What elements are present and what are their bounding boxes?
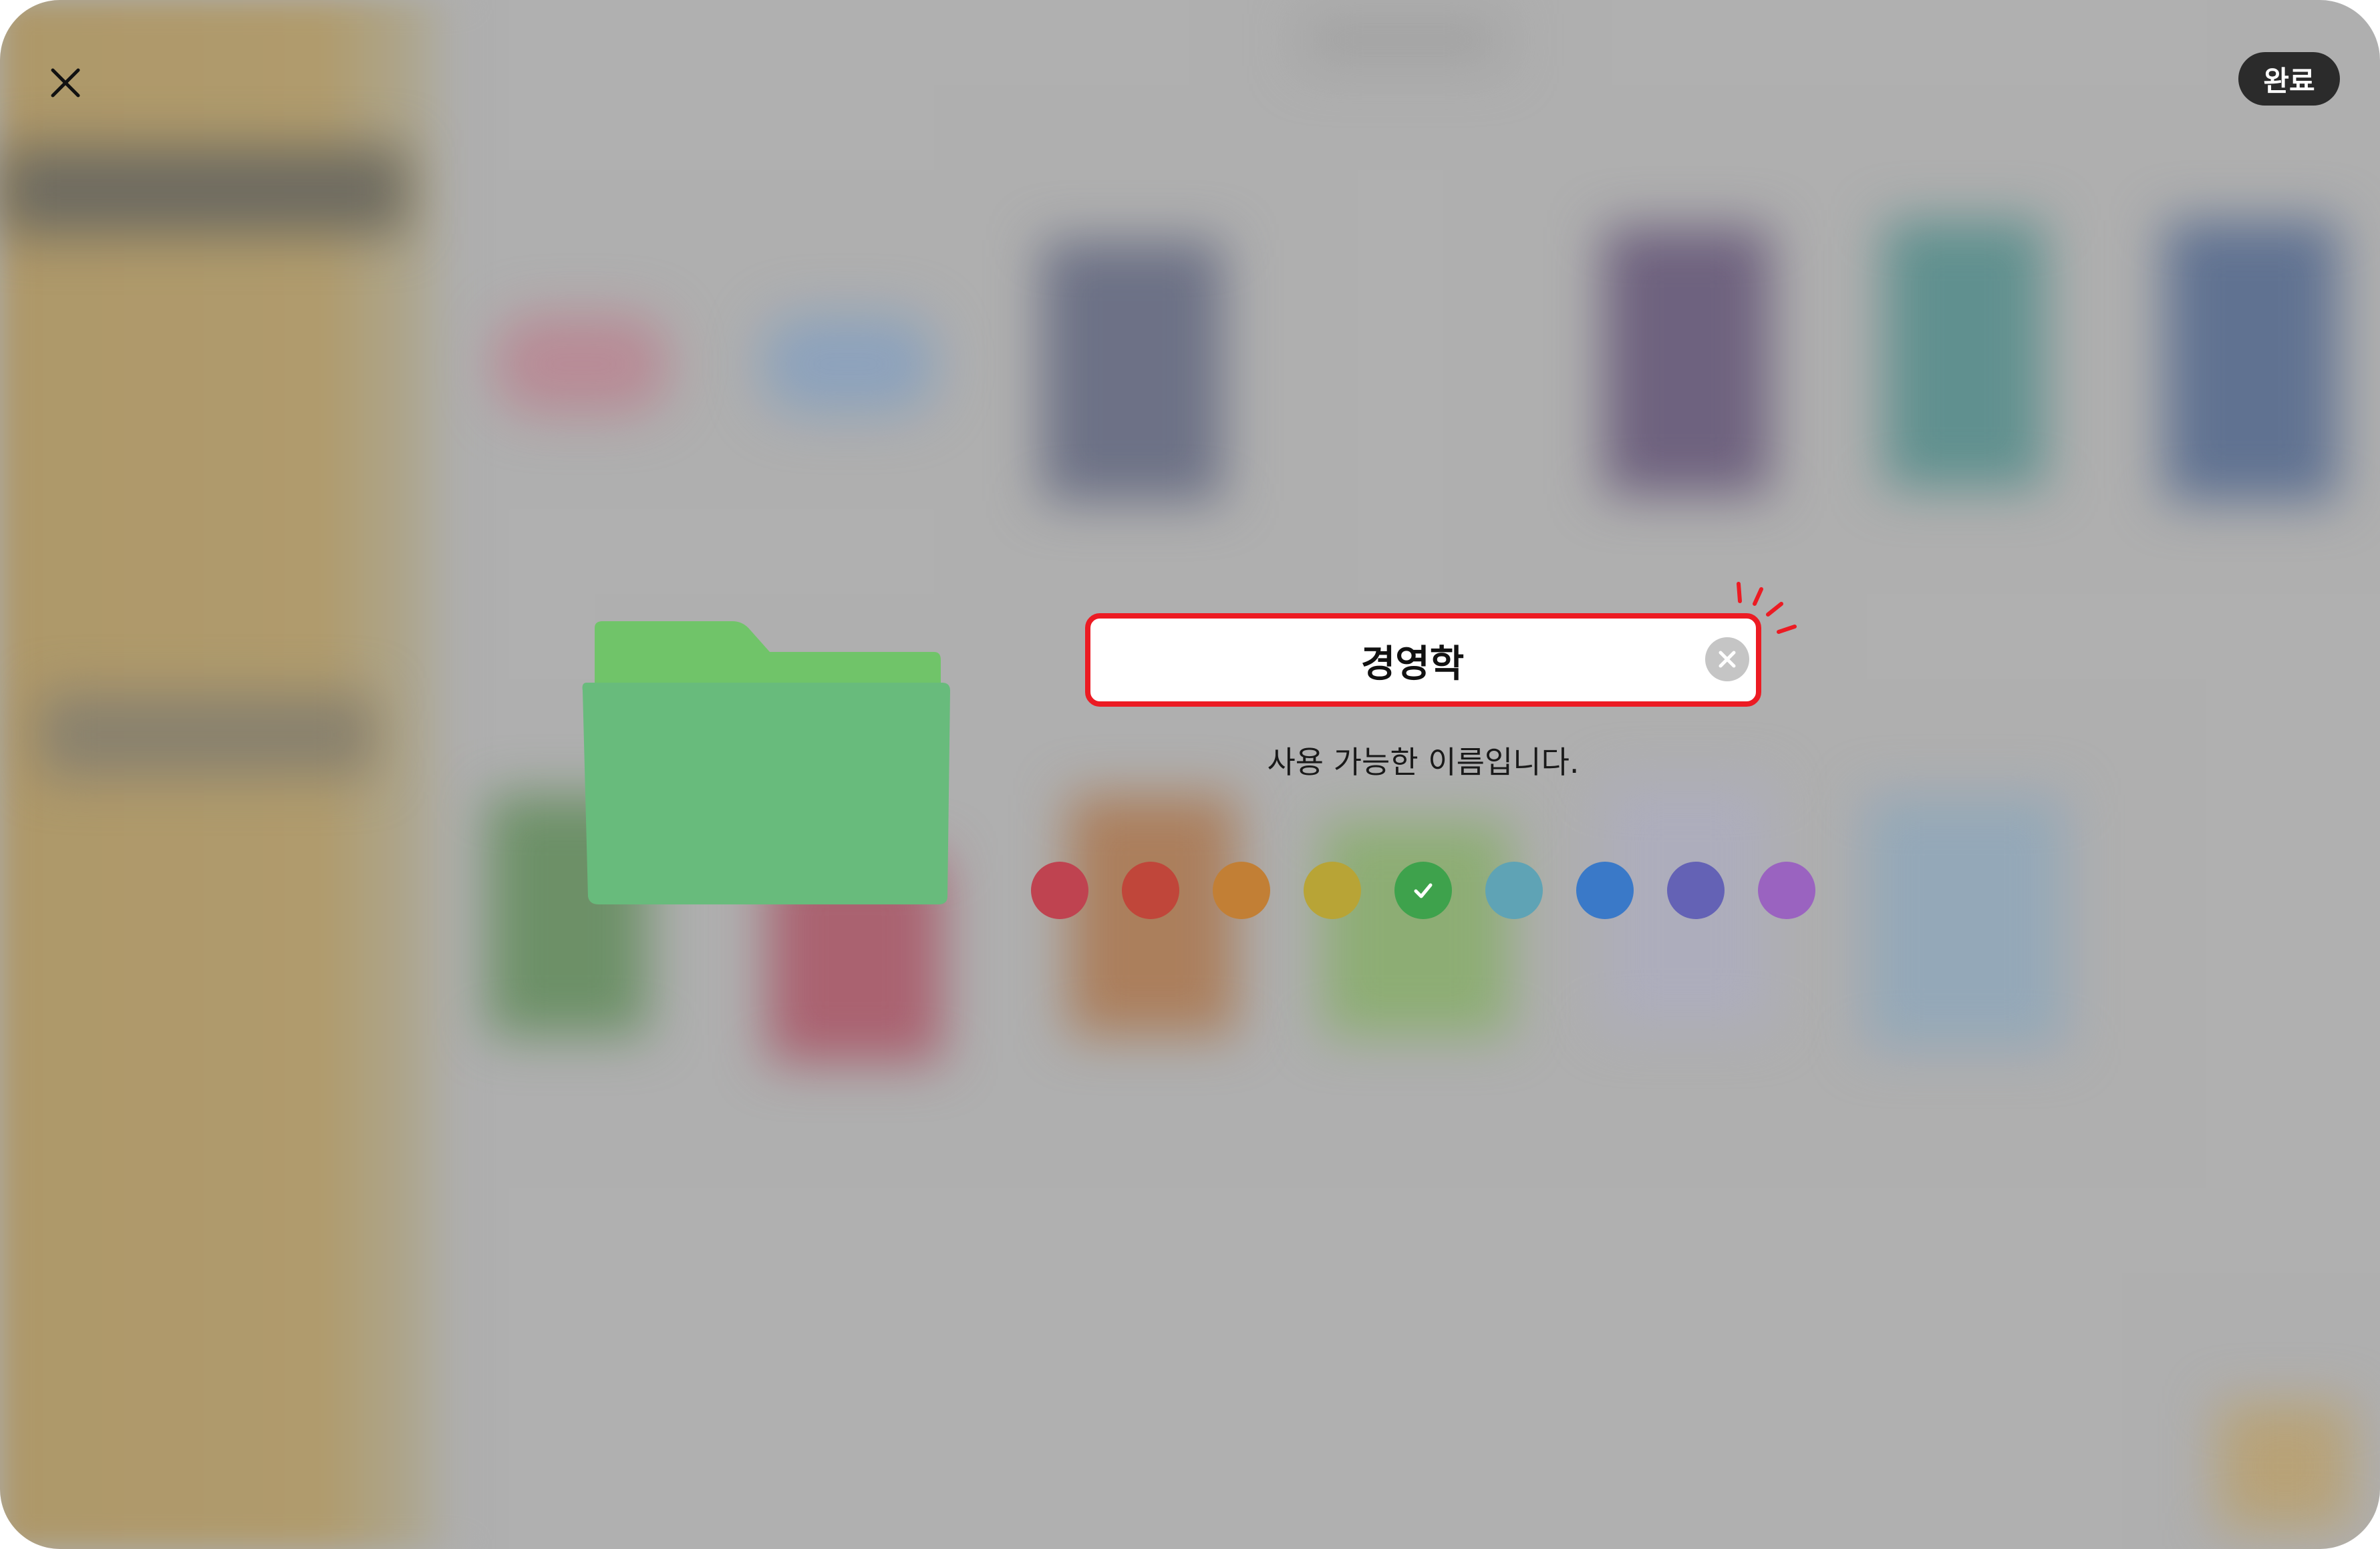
color-swatch-yellow[interactable] <box>1304 862 1361 919</box>
color-swatch-vermilion[interactable] <box>1122 862 1179 919</box>
folder-body <box>582 683 950 904</box>
color-swatch-blue[interactable] <box>1576 862 1634 919</box>
folder-name-input[interactable] <box>1117 619 1708 703</box>
color-swatch-purple[interactable] <box>1758 862 1815 919</box>
folder-name-field[interactable] <box>1085 613 1761 707</box>
color-swatch-teal[interactable] <box>1485 862 1543 919</box>
color-swatch-orange[interactable] <box>1213 862 1270 919</box>
checkmark-icon <box>1414 883 1433 898</box>
close-button[interactable] <box>41 59 90 107</box>
name-availability-message: 사용 가능한 이름입니다. <box>1267 744 1580 780</box>
color-swatch-green[interactable] <box>1394 862 1452 919</box>
color-swatch-red[interactable] <box>1031 862 1088 919</box>
highlight-sparkle-icon <box>1737 582 1797 634</box>
folder-icon <box>582 621 950 904</box>
close-icon <box>51 68 80 98</box>
folder-edit-screen: 완료 사용 가능한 이름입니다. <box>0 0 2380 1549</box>
color-swatch-indigo[interactable] <box>1667 862 1725 919</box>
done-button[interactable]: 완료 <box>2238 52 2340 106</box>
done-button-label: 완료 <box>2263 64 2315 98</box>
